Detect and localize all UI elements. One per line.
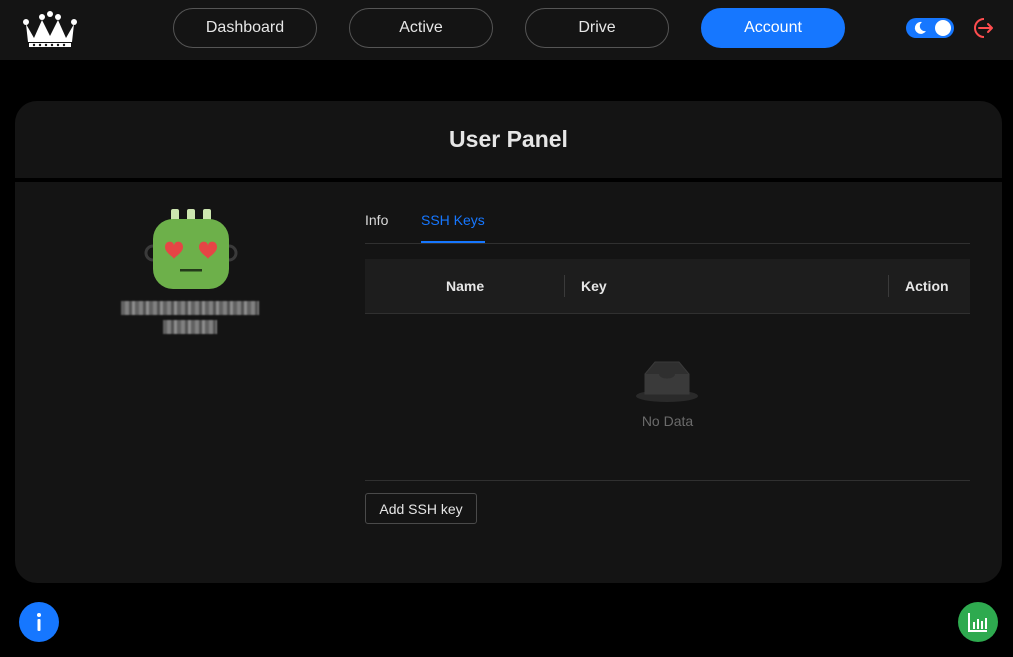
nav-drive-button[interactable]: Drive bbox=[525, 8, 669, 48]
empty-inbox-icon bbox=[636, 361, 698, 402]
avatar bbox=[144, 209, 238, 289]
column-divider bbox=[564, 275, 565, 297]
crown-icon[interactable] bbox=[22, 10, 78, 48]
tab-info[interactable]: Info bbox=[365, 207, 388, 243]
bar-chart-icon bbox=[968, 613, 987, 632]
page-title: User Panel bbox=[15, 101, 1002, 182]
add-ssh-key-button[interactable]: Add SSH key bbox=[365, 493, 477, 524]
column-divider bbox=[888, 275, 889, 297]
top-bar: Dashboard Active Drive Account bbox=[0, 0, 1013, 60]
theme-toggle[interactable] bbox=[906, 18, 954, 38]
nav-account-button[interactable]: Account bbox=[701, 8, 845, 48]
user-panel: User Panel Info SSH Keys Name Key Action… bbox=[15, 101, 1002, 583]
tab-ssh-keys[interactable]: SSH Keys bbox=[421, 207, 485, 243]
nav-active-button[interactable]: Active bbox=[349, 8, 493, 48]
stats-button[interactable] bbox=[958, 602, 998, 642]
username-redacted bbox=[121, 301, 259, 315]
column-header-name: Name bbox=[446, 278, 485, 294]
nav-dashboard-button[interactable]: Dashboard bbox=[173, 8, 317, 48]
table-header: Name Key Action bbox=[365, 259, 970, 314]
logout-icon[interactable] bbox=[969, 15, 995, 41]
column-header-action: Action bbox=[905, 278, 949, 294]
column-header-key: Key bbox=[581, 278, 607, 294]
toggle-knob bbox=[935, 20, 951, 36]
table-empty-state: No Data bbox=[365, 314, 970, 481]
info-button[interactable] bbox=[19, 602, 59, 642]
moon-icon bbox=[914, 21, 926, 34]
tab-bar: Info SSH Keys bbox=[365, 207, 970, 244]
user-role-redacted bbox=[163, 320, 217, 334]
info-icon bbox=[37, 613, 41, 631]
empty-text: No Data bbox=[641, 413, 694, 429]
